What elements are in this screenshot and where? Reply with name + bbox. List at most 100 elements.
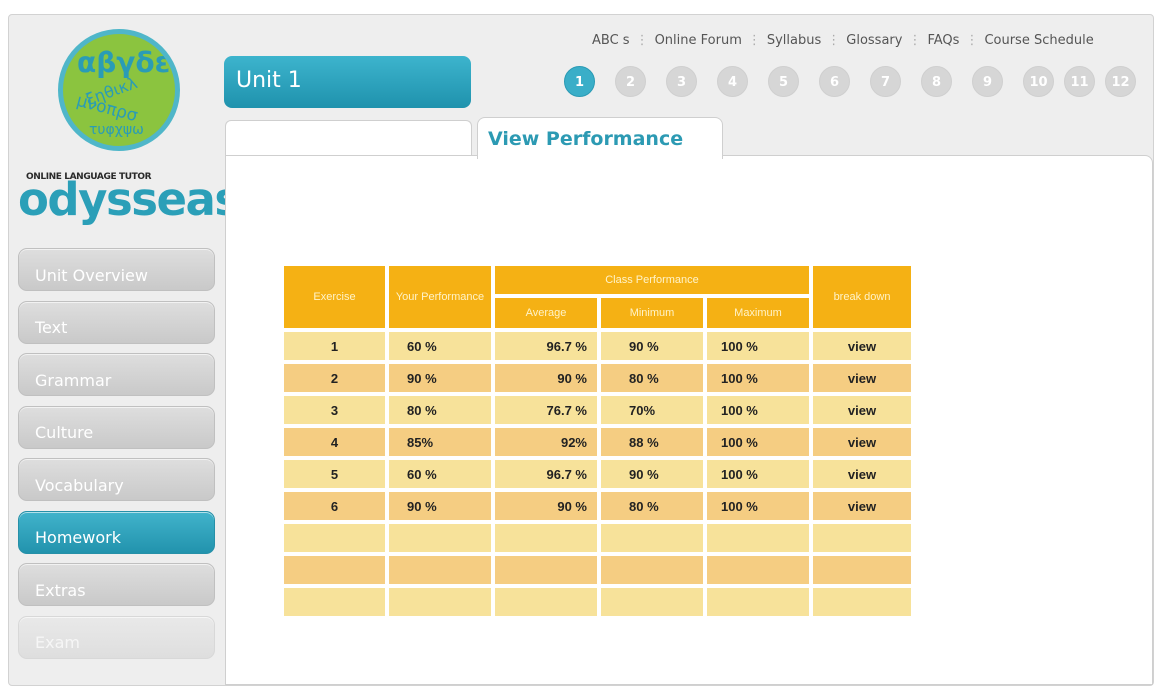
cell-minimum: 80 % [601,492,703,520]
cell-average: 90 % [495,364,597,392]
tab-view-performance[interactable]: View Performance [477,117,723,159]
cell-your-performance: 90 % [389,492,491,520]
cell-maximum: 100 % [707,492,809,520]
sidebar-item-homework[interactable]: Homework [18,510,215,554]
cell-minimum [601,524,703,552]
header-your-performance: Your Performance [389,266,491,328]
sidebar-item-unit-overview[interactable]: Unit Overview [18,248,215,291]
sidebar-item-exam[interactable]: Exam [18,615,215,659]
view-breakdown-link[interactable]: view [848,499,876,514]
header-average: Average [495,298,597,328]
cell-average [495,556,597,584]
unit-button-3[interactable]: 3 [666,66,697,97]
sidebar-item-grammar[interactable]: Grammar [18,353,215,396]
table-row: 6 90 % 90 % 80 % 100 % view [284,492,911,520]
view-breakdown-link[interactable]: view [848,371,876,386]
sidebar-item-text[interactable]: Text [18,300,215,344]
header-maximum: Maximum [707,298,809,328]
link-glossary[interactable]: Glossary [846,33,902,48]
cell-exercise: 5 [284,460,385,488]
sidebar-item-culture[interactable]: Culture [18,405,215,449]
logo-wordmark: odysseas [18,173,241,226]
sidebar-item-vocabulary[interactable]: Vocabulary [18,458,215,501]
tab-blank[interactable] [225,120,472,156]
cell-exercise: 2 [284,364,385,392]
cell-breakdown: view [813,364,911,392]
sidebar-item-extras[interactable]: Extras [18,563,215,606]
logo-letters: αβγδε [77,46,170,79]
cell-minimum [601,588,703,616]
cell-exercise [284,588,385,616]
unit-button-8[interactable]: 8 [921,66,952,97]
table-row-empty [284,556,911,584]
cell-maximum [707,524,809,552]
unit-button-10[interactable]: 10 [1023,66,1054,97]
cell-exercise: 1 [284,332,385,360]
table-row: 3 80 % 76.7 % 70% 100 % view [284,396,911,424]
cell-breakdown [813,588,911,616]
table-row-empty [284,524,911,552]
cell-your-performance [389,556,491,584]
unit-button-12[interactable]: 12 [1105,66,1136,97]
unit-button-4[interactable]: 4 [717,66,748,97]
logo-letters-graphic: αβγδε ξηθικλ μνοπρσ τυφχψω [74,46,170,138]
cell-breakdown: view [813,396,911,424]
cell-exercise: 6 [284,492,385,520]
unit-button-6[interactable]: 6 [819,66,850,97]
cell-breakdown [813,524,911,552]
view-breakdown-link[interactable]: view [848,435,876,450]
cell-breakdown [813,556,911,584]
logo-emblem: αβγδε ξηθικλ μνοπρσ τυφχψω [58,29,180,151]
table-row: 5 60 % 96.7 % 90 % 100 % view [284,460,911,488]
table-row: 4 85% 92% 88 % 100 % view [284,428,911,456]
unit-button-7[interactable]: 7 [870,66,901,97]
cell-your-performance: 60 % [389,460,491,488]
cell-average: 76.7 % [495,396,597,424]
link-faqs[interactable]: FAQs [927,33,959,48]
cell-average: 96.7 % [495,460,597,488]
cell-minimum: 88 % [601,428,703,456]
cell-maximum: 100 % [707,396,809,424]
header-class-performance: Class Performance [495,266,809,294]
cell-your-performance [389,524,491,552]
cell-breakdown: view [813,428,911,456]
unit-button-5[interactable]: 5 [768,66,799,97]
table-row-empty [284,588,911,616]
view-breakdown-link[interactable]: view [848,403,876,418]
link-online-forum[interactable]: Online Forum [655,33,742,48]
cell-your-performance: 80 % [389,396,491,424]
cell-exercise: 4 [284,428,385,456]
cell-your-performance: 90 % [389,364,491,392]
cell-breakdown: view [813,332,911,360]
cell-average [495,524,597,552]
header-breakdown: break down [813,266,911,328]
link-course-schedule[interactable]: Course Schedule [984,33,1093,48]
cell-minimum: 90 % [601,460,703,488]
link-abcs[interactable]: ABC s [592,33,630,48]
cell-maximum: 100 % [707,332,809,360]
cell-breakdown: view [813,492,911,520]
view-breakdown-link[interactable]: view [848,467,876,482]
link-syllabus[interactable]: Syllabus [767,33,821,48]
unit-title: Unit 1 [224,56,471,108]
top-nav: ABC s ⋮ Online Forum ⋮ Syllabus ⋮ Glossary ⋮ FAQ… [592,33,1094,48]
table-row: 1 60 % 96.7 % 90 % 100 % view [284,332,911,360]
sidebar: Unit Overview Text Grammar Culture Vocab… [18,248,215,668]
unit-button-1[interactable]: 1 [564,66,595,97]
cell-minimum: 80 % [601,364,703,392]
unit-button-11[interactable]: 11 [1064,66,1095,97]
cell-your-performance [389,588,491,616]
cell-maximum: 100 % [707,460,809,488]
cell-average: 96.7 % [495,332,597,360]
cell-minimum [601,556,703,584]
view-breakdown-link[interactable]: view [848,339,876,354]
cell-maximum: 100 % [707,428,809,456]
unit-button-2[interactable]: 2 [615,66,646,97]
unit-button-9[interactable]: 9 [972,66,1003,97]
cell-exercise [284,524,385,552]
cell-exercise: 3 [284,396,385,424]
table-row: 2 90 % 90 % 80 % 100 % view [284,364,911,392]
cell-maximum: 100 % [707,364,809,392]
performance-table: Exercise Your Performance Class Performa… [280,262,915,620]
cell-your-performance: 85% [389,428,491,456]
